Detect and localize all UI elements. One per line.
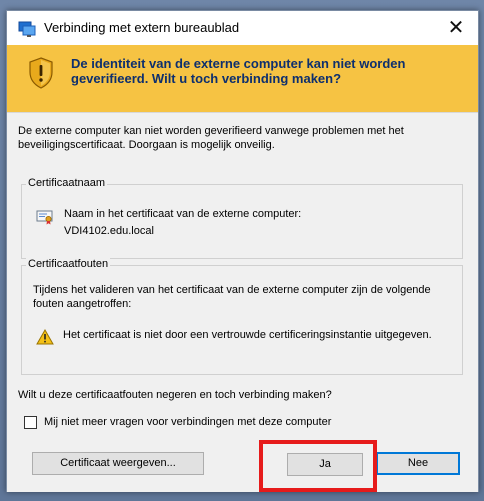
- rdp-certificate-dialog: Verbinding met extern bureaublad ✕ De id…: [6, 10, 479, 492]
- close-button[interactable]: ✕: [434, 11, 478, 45]
- window-title: Verbinding met extern bureaublad: [44, 20, 240, 35]
- warning-banner: De identiteit van de externe computer ka…: [7, 45, 478, 112]
- view-certificate-button[interactable]: Certificaat weergeven...: [32, 452, 204, 475]
- certificate-errors-group-title: Certificaatfouten: [26, 258, 111, 270]
- certificate-name-group-title: Certificaatnaam: [26, 177, 108, 189]
- certificate-error-item: Het certificaat is niet door een vertrou…: [63, 329, 432, 341]
- dont-ask-again-label[interactable]: Mij niet meer vragen voor verbindingen m…: [44, 416, 331, 428]
- warning-icon: [36, 329, 54, 345]
- certificate-name-group: Certificaatnaam Naam in het certificaat …: [21, 177, 463, 259]
- remote-desktop-icon: [18, 21, 36, 37]
- dont-ask-again-checkbox[interactable]: [24, 416, 37, 429]
- certificate-name-text: Naam in het certificaat van de externe c…: [64, 206, 301, 240]
- certificate-errors-intro: Tijdens het valideren van het certificaa…: [33, 284, 431, 310]
- dialog-content: De externe computer kan niet worden geve…: [7, 112, 478, 492]
- intro-text: De externe computer kan niet worden geve…: [18, 125, 404, 151]
- question-text: Wilt u deze certificaatfouten negeren en…: [18, 389, 332, 401]
- title-bar: Verbinding met extern bureaublad ✕: [7, 11, 478, 45]
- banner-message: De identiteit van de externe computer ka…: [71, 56, 406, 86]
- certificate-icon: [36, 210, 53, 225]
- yes-button-highlight-box: [259, 440, 377, 492]
- certificate-errors-group: Certificaatfouten Tijdens het valideren …: [21, 258, 463, 375]
- no-button[interactable]: Nee: [376, 452, 460, 475]
- security-shield-warning-icon: [29, 57, 53, 89]
- certificate-name-label: Naam in het certificaat van de externe c…: [64, 208, 302, 220]
- certificate-name-value: VDI4102.edu.local: [64, 225, 154, 237]
